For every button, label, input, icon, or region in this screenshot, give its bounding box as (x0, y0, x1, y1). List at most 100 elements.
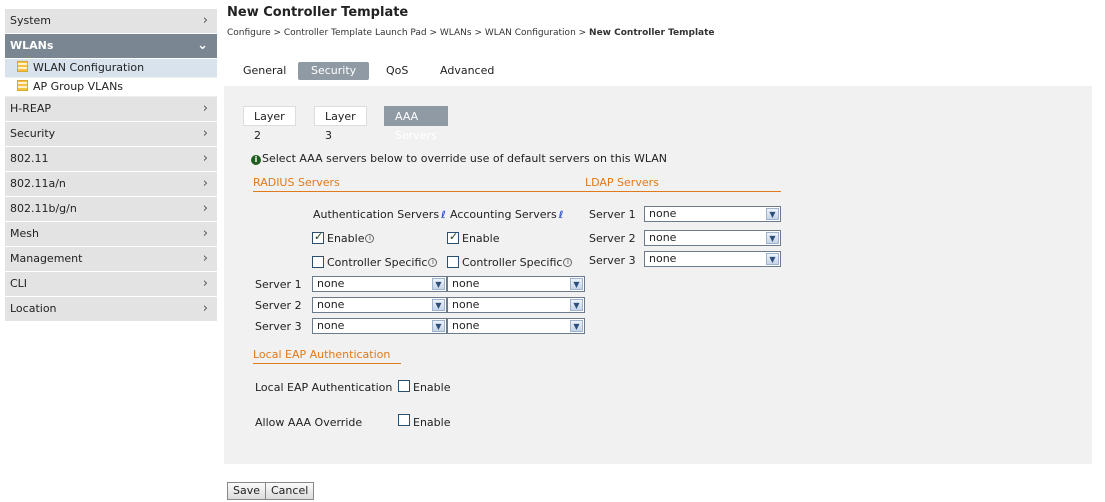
security-panel: Layer 2 Layer 3 AAA Servers i Select AAA … (224, 86, 1092, 464)
sidebar-subitem-wlan-configuration[interactable]: WLAN Configuration (5, 59, 217, 78)
aaa-override-enable-label: Enable (413, 416, 451, 429)
ldap-server-1-label: Server 1 (589, 208, 636, 221)
chevron-right-icon: › (202, 176, 208, 191)
ldap-server-2-label: Server 2 (589, 232, 636, 245)
sidebar-subitem-label: WLAN Configuration (33, 61, 145, 74)
chevron-down-icon: ▼ (570, 278, 583, 290)
auth-controller-specific-checkbox[interactable] (312, 256, 324, 268)
select-value: none (317, 277, 345, 290)
sidebar-item-label: H-REAP (10, 102, 51, 115)
select-value: none (317, 298, 345, 311)
tab-security[interactable]: Security (298, 62, 370, 80)
sidebar-subitem-label: AP Group VLANs (33, 80, 124, 93)
chevron-right-icon: › (202, 151, 208, 166)
chevron-down-icon: ▼ (570, 320, 583, 332)
auth-server-3-select[interactable]: none ▼ (312, 318, 447, 334)
info-text: Select AAA servers below to override use… (262, 152, 667, 165)
select-value: none (452, 319, 480, 332)
select-value: none (649, 207, 677, 220)
acct-controller-specific-text: Controller Specific (462, 256, 563, 269)
ldap-server-2-select[interactable]: none ▼ (644, 230, 781, 246)
sidebar-item-label: 802.11b/g/n (10, 202, 77, 215)
sidebar-item-802-11an[interactable]: 802.11a/n › (5, 172, 217, 197)
sidebar-item-mesh[interactable]: Mesh › (5, 222, 217, 247)
auth-server-2-select[interactable]: none ▼ (312, 297, 447, 313)
select-value: none (317, 319, 345, 332)
sidebar-subitem-ap-group-vlans[interactable]: AP Group VLANs (5, 78, 217, 97)
tab-qos[interactable]: QoS (386, 62, 408, 80)
acct-enable-label: Enable (462, 232, 500, 245)
chevron-down-icon: ⌄ (197, 38, 208, 53)
subtab-layer-3[interactable]: Layer 3 (314, 106, 367, 142)
breadcrumb-path[interactable]: Configure > Controller Template Launch P… (227, 28, 589, 38)
accounting-servers-text: Accounting Servers (450, 208, 557, 221)
select-value: none (649, 231, 677, 244)
sidebar-item-h-reap[interactable]: H-REAP › (5, 97, 217, 122)
chevron-down-icon: ▼ (766, 208, 779, 220)
ldap-servers-heading: LDAP Servers (585, 176, 781, 192)
sidebar-item-label: CLI (10, 277, 28, 290)
local-eap-enable-checkbox[interactable] (398, 380, 410, 392)
chevron-right-icon: › (202, 226, 208, 241)
info-circle-icon[interactable]: i (563, 258, 573, 267)
info-icon: i (251, 155, 261, 165)
info-message: i Select AAA servers below to override us… (251, 152, 667, 165)
list-icon (17, 80, 28, 91)
auth-enable-checkbox[interactable] (312, 230, 324, 244)
tab-advanced[interactable]: Advanced (440, 62, 494, 80)
sidebar-item-label: Location (10, 302, 57, 315)
select-value: none (452, 277, 480, 290)
radius-server-3-label: Server 3 (255, 320, 302, 333)
aaa-override-enable-checkbox[interactable] (398, 414, 410, 426)
breadcrumb-current: New Controller Template (589, 28, 715, 38)
authentication-servers-text: Authentication Servers (313, 208, 440, 221)
acct-controller-specific-checkbox[interactable] (447, 256, 459, 268)
ldap-server-3-select[interactable]: none ▼ (644, 251, 781, 267)
sidebar-item-wlans[interactable]: WLANs ⌄ (5, 34, 217, 59)
chevron-right-icon: › (202, 201, 208, 216)
chevron-down-icon: ▼ (570, 299, 583, 311)
acct-server-3-select[interactable]: none ▼ (447, 318, 585, 334)
chevron-down-icon: ▼ (432, 278, 445, 290)
local-eap-heading: Local EAP Authentication (253, 348, 401, 364)
acct-server-2-select[interactable]: none ▼ (447, 297, 585, 313)
acct-server-1-select[interactable]: none ▼ (447, 276, 585, 292)
info-circle-icon[interactable]: i (365, 234, 375, 243)
sidebar-item-label: WLANs (10, 39, 54, 52)
chevron-right-icon: › (202, 276, 208, 291)
sidebar-item-802-11bgn[interactable]: 802.11b/g/n › (5, 197, 217, 222)
radius-server-1-label: Server 1 (255, 278, 302, 291)
auth-controller-specific-label: Controller Specific i (327, 256, 438, 269)
chevron-right-icon: › (202, 301, 208, 316)
sidebar-item-cli[interactable]: CLI › (5, 272, 217, 297)
acct-enable-checkbox[interactable] (447, 230, 459, 244)
cancel-button[interactable]: Cancel (265, 482, 315, 500)
radius-servers-heading: RADIUS Servers (253, 176, 587, 192)
sidebar-item-label: System (10, 14, 52, 27)
info-circle-icon[interactable]: i (428, 258, 438, 267)
help-icon[interactable]: ℓ (559, 210, 564, 221)
page-title: New Controller Template (227, 5, 409, 20)
sidebar-item-management[interactable]: Management › (5, 247, 217, 272)
subtab-aaa-servers[interactable]: AAA Servers (384, 106, 448, 142)
local-eap-enable-label: Enable (413, 381, 451, 394)
aaa-override-label: Allow AAA Override (255, 416, 363, 429)
chevron-right-icon: › (202, 126, 208, 141)
chevron-down-icon: ▼ (766, 253, 779, 265)
ldap-server-1-select[interactable]: none ▼ (644, 206, 781, 222)
subtab-layer-2[interactable]: Layer 2 (243, 106, 296, 142)
chevron-down-icon: ▼ (432, 320, 445, 332)
radius-server-2-label: Server 2 (255, 299, 302, 312)
sidebar-item-system[interactable]: System › (5, 9, 217, 34)
tab-general[interactable]: General (243, 62, 286, 80)
help-icon[interactable]: ℓ (441, 210, 446, 221)
chevron-right-icon: › (202, 101, 208, 116)
sidebar-item-802-11[interactable]: 802.11 › (5, 147, 217, 172)
auth-server-1-select[interactable]: none ▼ (312, 276, 447, 292)
chevron-down-icon: ▼ (766, 232, 779, 244)
local-eap-label: Local EAP Authentication (255, 381, 393, 394)
save-button[interactable]: Save (227, 482, 267, 500)
sidebar-item-security[interactable]: Security › (5, 122, 217, 147)
sidebar-item-label: Management (10, 252, 83, 265)
sidebar-item-location[interactable]: Location › (5, 297, 217, 322)
